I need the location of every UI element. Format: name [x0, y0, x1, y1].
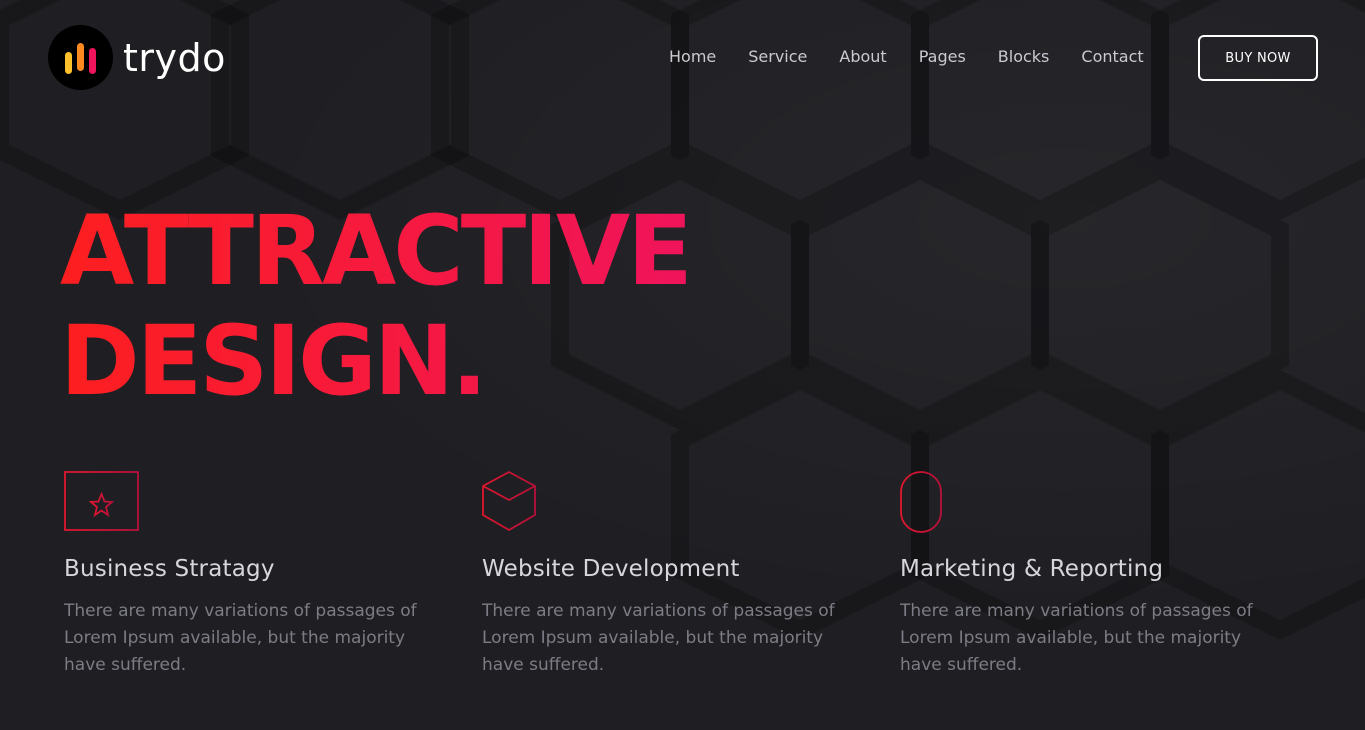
main-nav: Home Service About Pages Blocks Contact [669, 47, 1176, 67]
service-card-website-development: Website Development There are many varia… [482, 470, 882, 679]
logo-bars-icon [48, 25, 113, 90]
brand-name: trydo [123, 35, 226, 80]
brand-logo[interactable]: trydo [48, 25, 226, 90]
nav-item-home[interactable]: Home [669, 47, 716, 67]
service-title: Website Development [482, 556, 740, 582]
buy-now-button[interactable]: BUY NOW [1198, 35, 1318, 81]
hero-line-2: DESIGN. [60, 306, 690, 416]
hero-line-1: ATTRACTIVE [60, 195, 693, 307]
hero-heading: ATTRACTIVE DESIGN. [60, 195, 693, 416]
browser-star-icon [64, 470, 464, 532]
service-description: There are many variations of passages of… [900, 601, 1253, 675]
service-card-business-strategy: Business Stratagy There are many variati… [64, 470, 464, 679]
nav-item-pages[interactable]: Pages [919, 47, 966, 67]
service-title: Marketing & Reporting [900, 556, 1164, 582]
nav-item-blocks[interactable]: Blocks [998, 47, 1050, 67]
cube-icon [482, 470, 882, 532]
nav-item-about[interactable]: About [839, 47, 886, 67]
service-description: There are many variations of passages of… [482, 601, 835, 675]
nav-item-contact[interactable]: Contact [1081, 47, 1143, 67]
nav-item-service[interactable]: Service [748, 47, 807, 67]
service-title: Business Stratagy [64, 556, 275, 582]
landing-page: trydo Home Service About Pages Blocks Co… [0, 0, 1365, 730]
mouse-icon [900, 470, 1300, 533]
service-card-marketing-reporting: Marketing & Reporting There are many var… [900, 470, 1300, 679]
service-description: There are many variations of passages of… [64, 601, 417, 675]
